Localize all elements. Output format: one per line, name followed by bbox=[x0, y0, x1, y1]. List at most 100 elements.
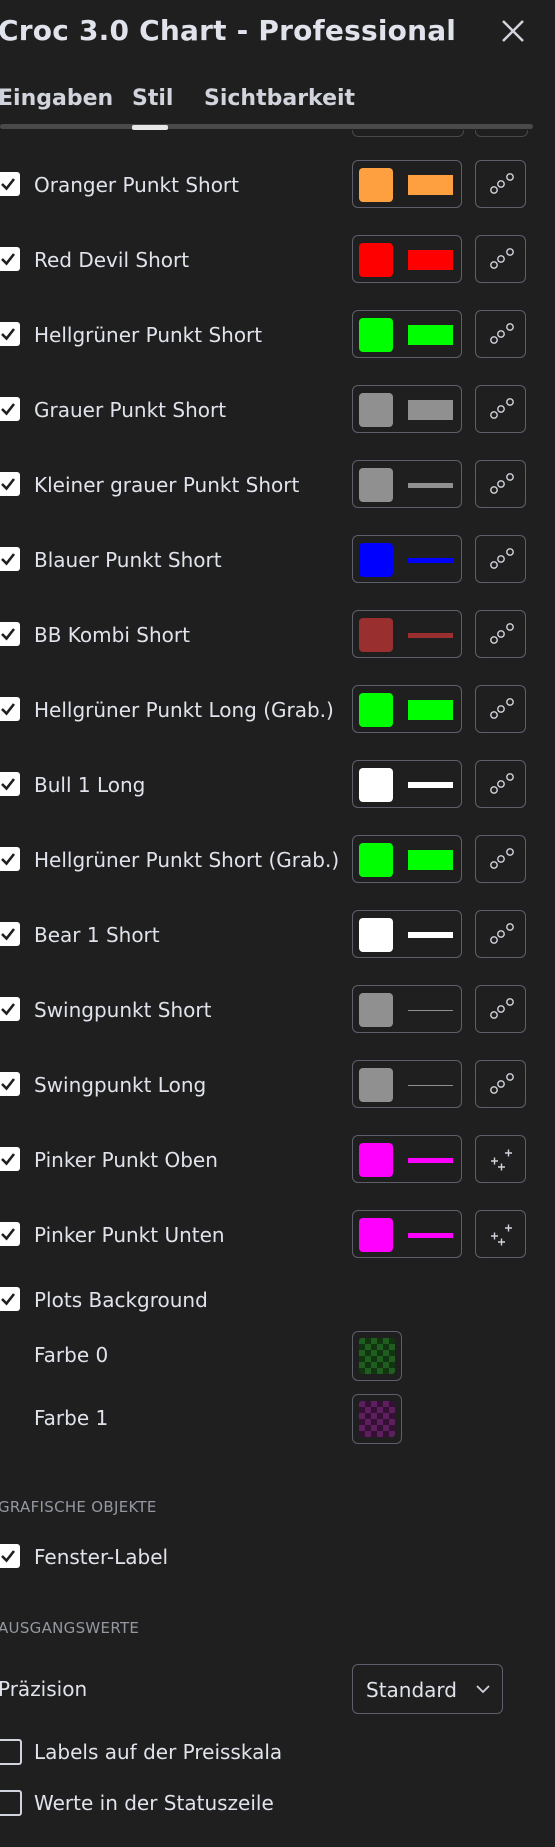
plot-type-button[interactable] bbox=[475, 235, 526, 283]
plot-row-pinker-punkt-oben: Pinker Punkt Oben bbox=[0, 1133, 555, 1183]
plot-line-sample bbox=[408, 250, 453, 270]
plot-style-button[interactable] bbox=[352, 460, 462, 508]
plot-style-button[interactable] bbox=[352, 985, 462, 1033]
tab-eingaben[interactable]: Eingaben bbox=[0, 86, 113, 111]
farbe-0-color-picker[interactable] bbox=[352, 1331, 402, 1381]
plot-row-blauer-punkt-short: Blauer Punkt Short bbox=[0, 533, 555, 583]
plot-style-button[interactable] bbox=[352, 385, 462, 433]
plot-color-swatch bbox=[359, 768, 393, 802]
plot-row-oranger-punkt-short: Oranger Punkt Short bbox=[0, 158, 555, 208]
plot-label: Bull 1 Long bbox=[34, 773, 146, 797]
plot-style-button[interactable] bbox=[352, 910, 462, 958]
plot-visible-checkbox[interactable] bbox=[0, 1072, 20, 1096]
plot-row-red-devil-short: Red Devil Short bbox=[0, 233, 555, 283]
plot-row-swingpunkt-short: Swingpunkt Short bbox=[0, 983, 555, 1033]
fenster-label-label: Fenster-Label bbox=[34, 1545, 169, 1569]
dialog-title: Croc 3.0 Chart - Professional bbox=[0, 14, 457, 47]
plot-style-button[interactable] bbox=[352, 235, 462, 283]
plot-style-button[interactable] bbox=[352, 835, 462, 883]
plot-row-kleiner-grauer-punkt-short: Kleiner grauer Punkt Short bbox=[0, 458, 555, 508]
plot-visible-checkbox[interactable] bbox=[0, 1147, 20, 1171]
plot-color-swatch bbox=[359, 1068, 393, 1102]
plot-visible-checkbox[interactable] bbox=[0, 172, 20, 196]
plot-row-grauer-punkt-short: Grauer Punkt Short bbox=[0, 383, 555, 433]
plot-style-button[interactable] bbox=[352, 610, 462, 658]
plot-visible-checkbox[interactable] bbox=[0, 547, 20, 571]
tab-stil[interactable]: Stil bbox=[132, 86, 173, 111]
plots-background-checkbox[interactable] bbox=[0, 1287, 20, 1311]
plot-visible-checkbox[interactable] bbox=[0, 847, 20, 871]
plot-color-swatch bbox=[359, 468, 393, 502]
plot-label: Swingpunkt Long bbox=[34, 1073, 207, 1097]
scale-labels-label: Labels auf der Preisskala bbox=[34, 1740, 283, 1764]
precision-select[interactable]: Standard bbox=[352, 1664, 503, 1714]
plot-color-swatch bbox=[359, 1218, 393, 1252]
plot-type-button[interactable] bbox=[475, 760, 526, 808]
plot-style-button[interactable] bbox=[352, 685, 462, 733]
plot-visible-checkbox[interactable] bbox=[0, 922, 20, 946]
plot-label: Pinker Punkt Unten bbox=[34, 1223, 225, 1247]
plot-style-button[interactable] bbox=[352, 1210, 462, 1258]
plot-color-swatch bbox=[359, 843, 393, 877]
plot-row-swingpunkt-long: Swingpunkt Long bbox=[0, 1058, 555, 1108]
plot-line-sample bbox=[408, 1233, 453, 1238]
plot-type-button[interactable] bbox=[475, 160, 526, 208]
plot-row-pinker-punkt-unten: Pinker Punkt Unten bbox=[0, 1208, 555, 1258]
plot-color-swatch bbox=[359, 543, 393, 577]
tab-sichtbarkeit[interactable]: Sichtbarkeit bbox=[204, 86, 355, 111]
plot-line-sample bbox=[408, 558, 453, 563]
plot-type-button[interactable] bbox=[475, 535, 526, 583]
plot-visible-checkbox[interactable] bbox=[0, 1222, 20, 1246]
scale-labels-checkbox[interactable] bbox=[0, 1739, 22, 1765]
plot-type-button[interactable] bbox=[475, 835, 526, 883]
plot-type-button[interactable] bbox=[475, 385, 526, 433]
plot-visible-checkbox[interactable] bbox=[0, 472, 20, 496]
fenster-label-checkbox[interactable] bbox=[0, 1544, 20, 1568]
tab-bar: Eingaben Stil Sichtbarkeit bbox=[0, 70, 555, 130]
plot-visible-checkbox[interactable] bbox=[0, 322, 20, 346]
plot-visible-checkbox[interactable] bbox=[0, 772, 20, 796]
plot-style-button[interactable] bbox=[352, 1060, 462, 1108]
plot-type-button[interactable] bbox=[475, 685, 526, 733]
plot-color-swatch bbox=[359, 243, 393, 277]
plot-style-button[interactable] bbox=[352, 160, 462, 208]
plot-color-swatch bbox=[359, 618, 393, 652]
plot-type-button[interactable] bbox=[475, 610, 526, 658]
farbe-1-color-picker[interactable] bbox=[352, 1394, 402, 1444]
plot-row-bb-kombi-short: BB Kombi Short bbox=[0, 608, 555, 658]
plot-visible-checkbox[interactable] bbox=[0, 622, 20, 646]
plot-label: Hellgrüner Punkt Long (Grab.) bbox=[34, 698, 334, 722]
plot-visible-checkbox[interactable] bbox=[0, 247, 20, 271]
plot-label: Hellgrüner Punkt Short bbox=[34, 323, 263, 347]
plot-type-button[interactable] bbox=[475, 310, 526, 358]
plot-line-sample bbox=[408, 932, 453, 938]
plot-type-button[interactable] bbox=[475, 985, 526, 1033]
plot-type-button[interactable] bbox=[475, 910, 526, 958]
plot-type-button[interactable] bbox=[475, 1060, 526, 1108]
section-grafische-objekte: GRAFISCHE OBJEKTE bbox=[0, 1498, 157, 1516]
status-values-checkbox[interactable] bbox=[0, 1790, 22, 1816]
plot-style-button[interactable] bbox=[352, 760, 462, 808]
plot-line-sample bbox=[408, 850, 453, 870]
status-values-label: Werte in der Statuszeile bbox=[34, 1791, 274, 1815]
plot-line-sample bbox=[408, 633, 453, 638]
tab-track bbox=[0, 124, 533, 129]
close-icon[interactable] bbox=[498, 16, 528, 46]
plot-color-swatch bbox=[359, 318, 393, 352]
plot-color-swatch bbox=[359, 393, 393, 427]
plot-type-button[interactable] bbox=[475, 460, 526, 508]
plot-visible-checkbox[interactable] bbox=[0, 697, 20, 721]
plot-type-button[interactable] bbox=[475, 1135, 526, 1183]
plot-label: BB Kombi Short bbox=[34, 623, 190, 647]
scrolled-style-box-edge bbox=[352, 130, 464, 137]
plot-type-button[interactable] bbox=[475, 1210, 526, 1258]
fenster-label-row: Fenster-Label bbox=[0, 1530, 555, 1580]
plot-visible-checkbox[interactable] bbox=[0, 997, 20, 1021]
plot-visible-checkbox[interactable] bbox=[0, 397, 20, 421]
plot-row-bull-1-long: Bull 1 Long bbox=[0, 758, 555, 808]
scrolled-plot-button-edge bbox=[475, 130, 528, 137]
tab-active-indicator bbox=[132, 125, 168, 130]
plot-style-button[interactable] bbox=[352, 310, 462, 358]
plot-style-button[interactable] bbox=[352, 1135, 462, 1183]
plot-style-button[interactable] bbox=[352, 535, 462, 583]
